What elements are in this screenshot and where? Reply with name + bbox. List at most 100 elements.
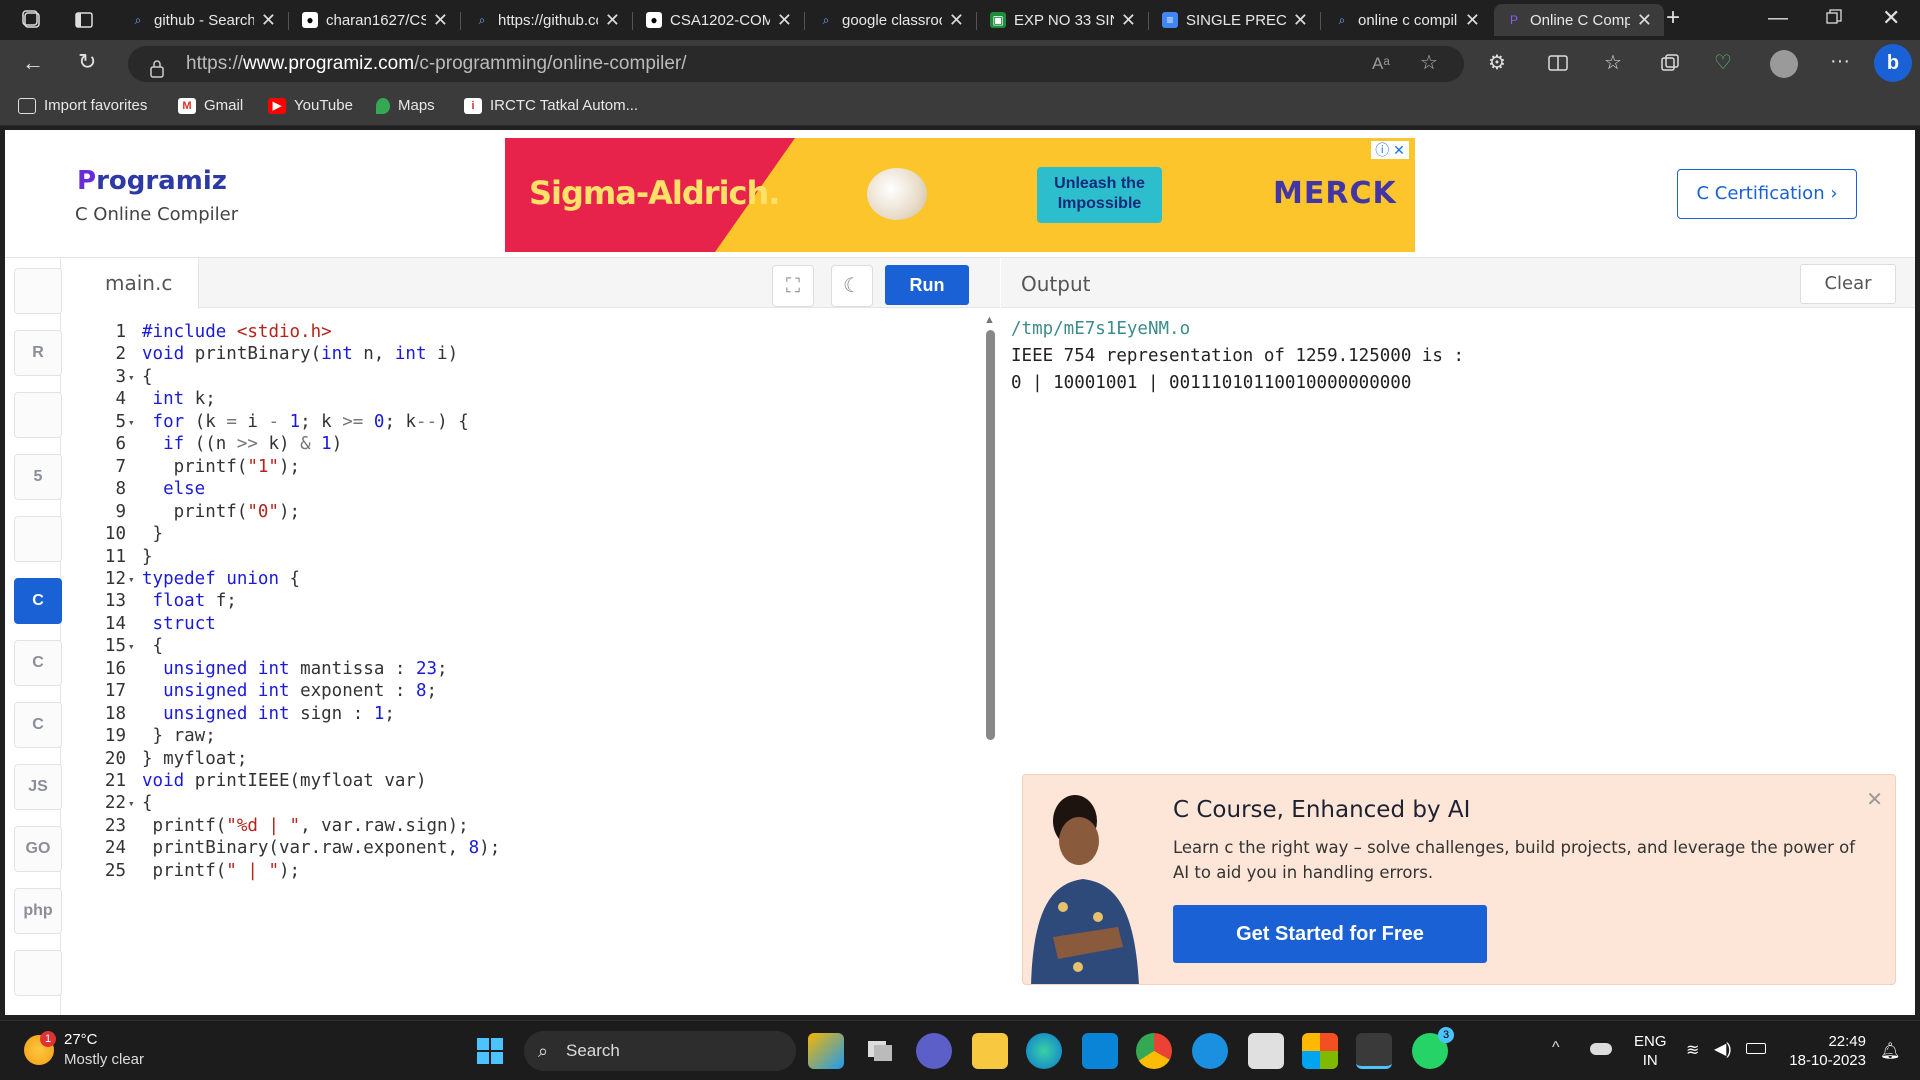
c-certification-button[interactable]: C Certification › [1677,169,1857,219]
csharp-lang-icon[interactable]: C [14,702,62,748]
file-tab-main-c[interactable]: main.c [62,258,199,309]
refresh-icon[interactable]: ↻ [78,51,96,73]
programiz-icon: P [1509,13,1518,27]
scroll-thumb[interactable] [986,330,995,740]
close-tab-icon[interactable]: ✕ [261,10,276,31]
ad-close-icon[interactable]: ⓘ ✕ [1371,141,1409,159]
course-title: C Course, Enhanced by AI [1173,797,1471,823]
file-explorer-icon[interactable] [972,1033,1008,1069]
browser-tab[interactable]: ⌕ github - Search ✕ [118,4,288,36]
onedrive-icon[interactable] [1590,1043,1612,1055]
battery-icon[interactable] [1746,1043,1766,1054]
code-area[interactable]: 1 #include <stdio.h> 2 void printBinary(int… [62,316,980,1016]
google-docs-icon: ≡ [1162,12,1178,28]
close-promo-icon[interactable]: ✕ [1866,787,1883,812]
clock[interactable]: 22:49 18-10-2023 [1784,1032,1866,1070]
browser-tab[interactable]: P Online C Compiler ✕ [1494,4,1664,36]
sql-lang-icon[interactable] [14,392,62,438]
close-tab-icon[interactable]: ✕ [433,10,448,31]
teams-chat-icon[interactable] [916,1033,952,1069]
restore-icon[interactable] [1826,9,1842,29]
java-lang-icon[interactable] [14,516,62,562]
wifi-icon[interactable]: ≋ [1686,1040,1699,1060]
tab-separator [1320,12,1321,30]
back-icon[interactable]: ← [22,52,44,74]
bing-search-icon: ⌕ [134,13,142,27]
extensions-icon[interactable]: ⚙ [1488,53,1506,73]
notifications-bell-icon[interactable]: 🔔︎ [1880,1041,1900,1061]
bookmark-import-favorites[interactable]: Import favorites [18,97,147,114]
close-window-icon[interactable]: ✕ [1882,7,1900,29]
python-lang-icon[interactable] [14,268,62,314]
collections-icon[interactable] [1660,53,1680,77]
browser-tab[interactable]: ⌕ online c compiler ✕ [1322,4,1492,36]
close-tab-icon[interactable]: ✕ [1465,10,1480,31]
browser-tab[interactable]: ≡ SINGLE PRECISION ✕ [1150,4,1320,36]
close-tab-icon[interactable]: ✕ [1293,10,1308,31]
site-header: Programiz C Online Compiler Sigma-Aldric… [5,130,1915,258]
scroll-up-icon[interactable]: ▲ [984,314,995,326]
office-icon[interactable] [1302,1033,1338,1069]
get-started-button[interactable]: Get Started for Free [1173,905,1487,963]
browser-essentials-icon[interactable]: ♡ [1714,53,1732,73]
edge-browser-icon[interactable] [1026,1033,1062,1069]
ad-tagline[interactable]: Unleash the Impossible [1037,167,1162,223]
bookmark-irctc[interactable]: i IRCTC Tatkal Autom... [464,97,638,114]
edge-active-app-icon[interactable] [1356,1033,1392,1069]
editor-scrollbar[interactable]: ▲ ▼ [980,308,1000,1046]
taskbar-search[interactable]: ⌕ Search [524,1031,796,1071]
tray-chevron-icon[interactable]: ^ [1552,1039,1560,1057]
get-help-icon[interactable] [1192,1033,1228,1069]
swift-lang-icon[interactable] [14,950,62,996]
whatsapp-icon[interactable]: 3 [1412,1027,1454,1069]
bookmark-gmail[interactable]: M Gmail [178,97,243,114]
language-indicator[interactable]: ENG IN [1634,1032,1667,1070]
browser-tab[interactable]: ⌕ https://github.com ✕ [462,4,632,36]
run-button[interactable]: Run [885,265,969,305]
fullscreen-icon[interactable]: ⛶ [772,265,814,307]
new-tab-icon[interactable]: + [1666,6,1680,30]
fold-toggle-icon[interactable] [128,858,142,886]
bookmark-maps[interactable]: Maps [376,97,435,114]
clear-button[interactable]: Clear [1800,264,1896,304]
php-lang-icon[interactable]: php [14,888,62,934]
browser-tab[interactable]: ● CSA1202-COMPUTER ✕ [634,4,804,36]
tab-actions-icon[interactable] [74,10,94,34]
profile-avatar[interactable] [1770,50,1798,78]
close-tab-icon[interactable]: ✕ [777,10,792,31]
workspaces-icon[interactable] [22,10,42,34]
close-tab-icon[interactable]: ✕ [1637,10,1652,31]
r-lang-icon[interactable]: R [14,330,62,376]
programiz-logo[interactable]: Programiz [77,166,227,196]
more-menu-icon[interactable]: ··· [1830,51,1850,71]
widgets-app-icon[interactable] [808,1033,844,1069]
read-aloud-icon[interactable]: Aᵃ [1372,54,1390,74]
js-lang-icon[interactable]: JS [14,764,62,810]
start-icon[interactable] [472,1033,508,1069]
microsoft-store-icon[interactable] [1082,1033,1118,1069]
go-lang-icon[interactable]: GO [14,826,62,872]
html-lang-icon[interactable]: 5 [14,454,62,500]
browser-tab[interactable]: ⌕ google classroom ✕ [806,4,976,36]
close-tab-icon[interactable]: ✕ [605,10,620,31]
tab-separator [460,12,461,30]
dark-mode-icon[interactable]: ☾ [831,265,873,307]
favorite-star-icon[interactable]: ☆ [1420,53,1438,73]
chrome-icon[interactable] [1136,1033,1172,1069]
bookmark-youtube[interactable]: ▶ YouTube [268,97,353,114]
bing-copilot-icon[interactable]: b [1874,44,1912,82]
volume-icon[interactable]: ◀) [1714,1039,1732,1059]
close-tab-icon[interactable]: ✕ [1121,10,1136,31]
favorites-icon[interactable]: ☆ [1604,53,1622,73]
close-tab-icon[interactable]: ✕ [949,10,964,31]
browser-tab[interactable]: ● charan1627/CSA1202 ✕ [290,4,460,36]
address-bar[interactable]: https://www.programiz.com/c-programming/… [128,46,1464,82]
minimize-icon[interactable]: — [1768,8,1788,28]
snipping-tool-icon[interactable] [1248,1033,1284,1069]
cpp-lang-icon[interactable]: C [14,640,62,686]
split-screen-icon[interactable] [1548,53,1568,77]
task-view-icon[interactable] [862,1033,898,1069]
browser-tab[interactable]: ▣ EXP NO 33 SINGLE ✕ [978,4,1148,36]
advertisement-banner[interactable]: Sigma-Aldrich. Unleash the Impossible ME… [505,138,1415,252]
c-lang-icon[interactable]: C [14,578,62,624]
